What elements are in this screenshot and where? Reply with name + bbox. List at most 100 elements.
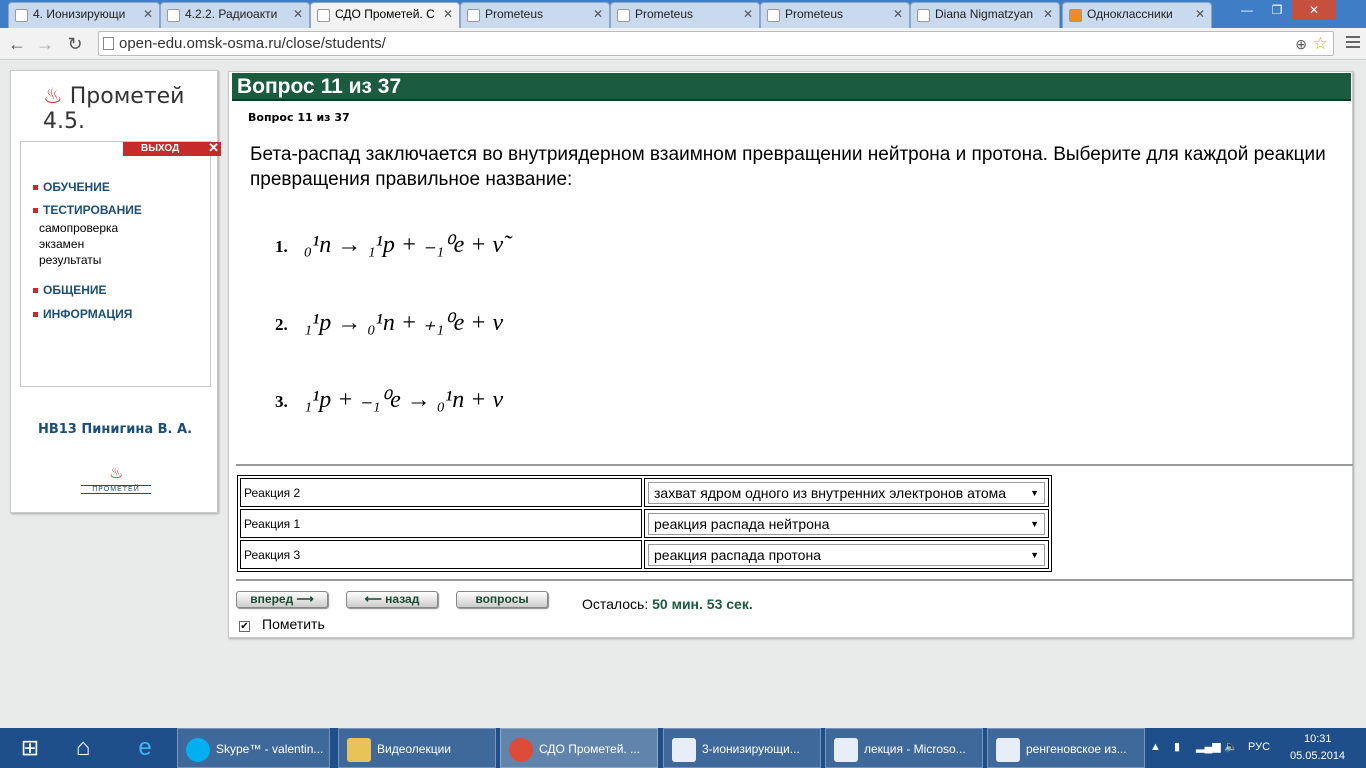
- close-tab-icon[interactable]: ✕: [143, 7, 153, 21]
- taskbar-item-chrome[interactable]: СДО Прометей. ...: [500, 728, 658, 768]
- page-icon: [167, 9, 180, 22]
- taskbar-item-folder[interactable]: Видеолекции: [338, 728, 496, 768]
- reaction-select[interactable]: реакция распада нейтрона ▼: [648, 512, 1045, 535]
- dropdown-arrow-icon: ▼: [1030, 487, 1039, 498]
- reaction-label: Реакция 3: [240, 540, 642, 569]
- browser-tab-8[interactable]: Одноклассники ✕: [1062, 2, 1212, 28]
- browser-tab-7[interactable]: Diana Nigmatzyan ✕: [910, 2, 1060, 28]
- taskbar-item-word-2[interactable]: лекция - Microso...: [825, 728, 983, 768]
- reaction-select[interactable]: реакция распада протона ▼: [648, 543, 1045, 566]
- page-icon: [767, 9, 780, 22]
- forward-button[interactable]: вперед ⟶: [236, 591, 328, 608]
- word-document-icon: [996, 737, 1020, 762]
- page-content: ♨ Прометей 4.5. ВЫХОД ✕ ОБУЧЕНИЕ ТЕСТИРОВ…: [0, 61, 1366, 728]
- browser-toolbar: ← → ↻ open-edu.omsk-osma.ru/close/studen…: [0, 28, 1366, 60]
- flame-icon: ♨: [109, 465, 124, 482]
- taskbar-item-skype[interactable]: Skype™ - valentin...: [177, 728, 330, 768]
- questions-button[interactable]: вопросы: [456, 591, 548, 608]
- back-arrow-icon[interactable]: ←: [6, 33, 28, 55]
- question-text: Бета-распад заключается во внутриядерном…: [250, 144, 1326, 190]
- dropdown-arrow-icon: ▼: [1030, 549, 1039, 560]
- star-icon[interactable]: ☆: [1313, 32, 1328, 55]
- browser-tab-4[interactable]: Prometeus ✕: [460, 2, 610, 28]
- ie-icon[interactable]: e: [120, 728, 170, 768]
- close-tab-icon[interactable]: ✕: [1195, 7, 1205, 21]
- reaction-select[interactable]: захват ядром одного из внутренних электр…: [648, 481, 1045, 504]
- divider: [236, 464, 1353, 466]
- table-row: Реакция 1 реакция распада нейтрона ▼: [240, 509, 1049, 538]
- forward-arrow-icon[interactable]: →: [34, 33, 56, 55]
- menu-item-testing[interactable]: ТЕСТИРОВАНИЕ: [33, 203, 142, 217]
- browser-tab-3[interactable]: СДО Прометей. С ✕: [310, 2, 460, 28]
- time-remaining: Осталось: 50 мин. 53 сек.: [582, 596, 753, 612]
- exit-button[interactable]: ВЫХОД ✕: [123, 140, 221, 156]
- clock-date[interactable]: 05.05.2014: [1290, 750, 1345, 762]
- battery-icon[interactable]: ▮: [1174, 740, 1180, 753]
- folder-icon: [347, 737, 371, 762]
- equation-2: 2. ₁¹p → ₀¹n + ₊₁⁰e + ν: [275, 310, 504, 336]
- restore-icon[interactable]: ❐: [1262, 0, 1292, 20]
- question-panel: Вопрос 11 из 37 Вопрос 11 из 37 Бета-рас…: [228, 71, 1353, 638]
- browser-tab-2[interactable]: 4.2.2. Радиоакти ✕: [160, 2, 310, 28]
- back-button[interactable]: ⟵ назад: [346, 591, 438, 608]
- close-tab-icon[interactable]: ✕: [743, 7, 753, 21]
- close-icon: ✕: [208, 140, 219, 155]
- word-document-icon: [672, 737, 696, 762]
- page-icon: [917, 9, 930, 22]
- menu-item-learning[interactable]: ОБУЧЕНИЕ: [33, 180, 110, 194]
- signal-icon[interactable]: ▂▄▆: [1196, 740, 1221, 753]
- reaction-label: Реакция 1: [240, 509, 642, 538]
- menu-item-information[interactable]: ИНФОРМАЦИЯ: [33, 307, 132, 321]
- close-tab-icon[interactable]: ✕: [443, 7, 453, 21]
- tray-arrow-icon[interactable]: ▲: [1150, 741, 1161, 753]
- minimize-icon[interactable]: —: [1232, 0, 1262, 20]
- close-tab-icon[interactable]: ✕: [593, 7, 603, 21]
- windows-start-icon[interactable]: ⊞: [10, 728, 50, 768]
- browser-tab-5[interactable]: Prometeus ✕: [610, 2, 760, 28]
- address-bar[interactable]: open-edu.omsk-osma.ru/close/students/ ⊕ …: [98, 31, 1334, 56]
- page-icon: [317, 9, 330, 22]
- menu-box: ВЫХОД ✕ ОБУЧЕНИЕ ТЕСТИРОВАНИЕ самопроверк…: [20, 141, 221, 387]
- reload-icon[interactable]: ↻: [64, 33, 86, 55]
- zoom-icon[interactable]: ⊕: [1295, 33, 1307, 56]
- system-tray: ▲ ▮ ▂▄▆ 🔈 РУС 10:31 05.05.2014: [1150, 728, 1366, 768]
- language-indicator[interactable]: РУС: [1248, 741, 1270, 753]
- page-icon: [617, 9, 630, 22]
- menu-item-selfcheck[interactable]: самопроверка: [39, 221, 118, 235]
- word-document-icon: [834, 737, 858, 762]
- dropdown-arrow-icon: ▼: [1030, 518, 1039, 529]
- checkbox-checked-icon[interactable]: ✔: [239, 621, 250, 632]
- page-icon: [103, 37, 114, 50]
- close-tab-icon[interactable]: ✕: [293, 7, 303, 21]
- equation-3: 3. ₁¹p + ₋₁⁰e → ₀¹n + ν: [275, 387, 504, 413]
- page-icon: [15, 9, 28, 22]
- menu-item-exam[interactable]: экзамен: [39, 237, 84, 251]
- volume-muted-icon[interactable]: 🔈: [1224, 740, 1238, 753]
- question-header: Вопрос 11 из 37: [232, 73, 1351, 101]
- menu-item-results[interactable]: результаты: [39, 253, 101, 267]
- reaction-label: Реакция 2: [240, 478, 642, 507]
- divider: [236, 579, 1353, 581]
- sidebar: ♨ Прометей 4.5. ВЫХОД ✕ ОБУЧЕНИЕ ТЕСТИРОВ…: [10, 70, 221, 513]
- close-window-icon[interactable]: ✕: [1292, 0, 1336, 20]
- browser-tab-6[interactable]: Prometeus ✕: [760, 2, 910, 28]
- equation-1: 1. ₀¹n → ₁¹p + ₋₁⁰e + ν̃: [275, 232, 504, 258]
- close-tab-icon[interactable]: ✕: [1043, 7, 1053, 21]
- skype-icon: [186, 737, 210, 762]
- question-subheader: Вопрос 11 из 37: [248, 111, 350, 124]
- close-tab-icon[interactable]: ✕: [893, 7, 903, 21]
- browser-tab-1[interactable]: 4. Ионизирующи ✕: [8, 2, 160, 28]
- logo: ♨ Прометей 4.5.: [43, 84, 185, 134]
- flame-icon: ♨: [43, 84, 63, 109]
- table-row: Реакция 3 реакция распада протона ▼: [240, 540, 1049, 569]
- browser-tab-strip: 4. Ионизирующи ✕ 4.2.2. Радиоакти ✕ СДО Пр…: [0, 0, 1366, 28]
- page-icon: [467, 9, 480, 22]
- menu-item-communication[interactable]: ОБЩЕНИЕ: [33, 283, 107, 297]
- mark-checkbox-row[interactable]: ✔ Пометить: [239, 616, 325, 632]
- taskbar-item-word-3[interactable]: ренгеновское из...: [987, 728, 1145, 768]
- taskbar-item-word-1[interactable]: 3-ионизирующи...: [663, 728, 821, 768]
- clock-time[interactable]: 10:31: [1304, 733, 1332, 745]
- footer-logo: ♨ ПРОМЕТЕЙ: [81, 463, 151, 499]
- home-icon[interactable]: ⌂: [58, 728, 108, 768]
- browser-menu-icon[interactable]: [1346, 36, 1360, 51]
